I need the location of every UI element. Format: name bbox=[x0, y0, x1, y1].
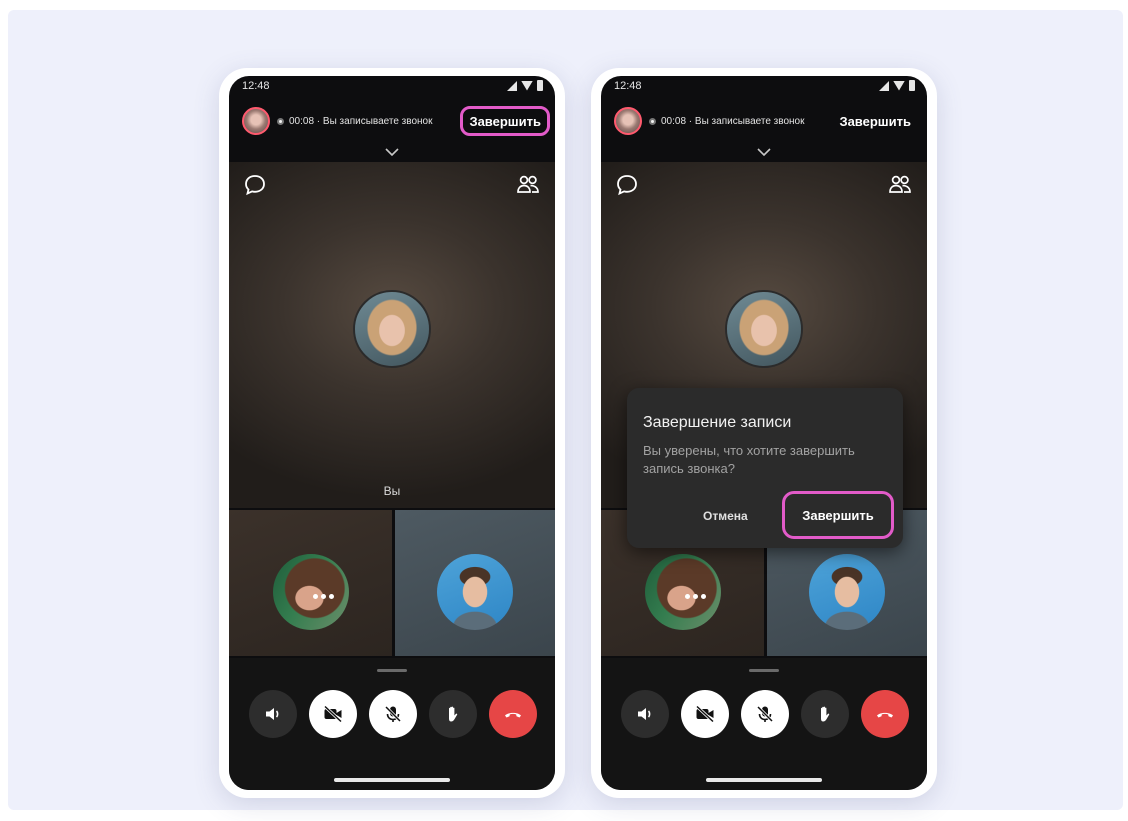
participants-icon[interactable] bbox=[515, 172, 541, 198]
end-recording-button[interactable]: Завершить bbox=[460, 106, 550, 136]
end-recording-dialog: Завершение записи Вы уверены, что хотите… bbox=[627, 388, 903, 548]
wifi-icon bbox=[893, 80, 905, 91]
chevron-down-icon[interactable] bbox=[757, 145, 771, 159]
participant-avatar bbox=[437, 554, 513, 630]
wifi-icon bbox=[521, 80, 533, 91]
main-participant-avatar bbox=[725, 290, 803, 368]
call-screen: 12:48 00:08 · Вы записываете звонок Заве… bbox=[229, 76, 555, 790]
camera-toggle-button[interactable] bbox=[681, 690, 729, 738]
mic-off-icon bbox=[384, 705, 402, 723]
camera-off-icon bbox=[323, 705, 343, 723]
participants-icon[interactable] bbox=[887, 172, 913, 198]
drag-handle[interactable] bbox=[749, 669, 779, 672]
battery-icon bbox=[537, 80, 543, 91]
status-time: 12:48 bbox=[242, 80, 270, 92]
participant-avatar bbox=[644, 554, 721, 630]
signal-icon bbox=[507, 80, 517, 91]
battery-icon bbox=[909, 80, 915, 91]
status-bar: 12:48 bbox=[601, 76, 927, 98]
hang-up-icon bbox=[877, 712, 893, 718]
home-indicator[interactable] bbox=[706, 778, 822, 782]
mic-off-icon bbox=[756, 705, 774, 723]
participant-avatar bbox=[272, 554, 349, 630]
cancel-button[interactable]: Отмена bbox=[703, 509, 748, 523]
speaker-icon bbox=[638, 708, 651, 720]
status-icons bbox=[879, 80, 915, 91]
speaking-indicator-icon bbox=[685, 594, 706, 599]
participant-tile[interactable] bbox=[395, 510, 555, 656]
hang-up-icon bbox=[505, 712, 521, 718]
recording-bar: 00:08 · Вы записываете звонок Завершить bbox=[229, 100, 555, 142]
participant-tile[interactable] bbox=[229, 510, 392, 656]
caller-avatar[interactable] bbox=[242, 107, 270, 135]
raise-hand-button[interactable] bbox=[801, 690, 849, 738]
end-recording-button[interactable]: Завершить bbox=[833, 106, 917, 136]
status-icons bbox=[507, 80, 543, 91]
signal-icon bbox=[879, 80, 889, 91]
chat-icon[interactable] bbox=[242, 172, 268, 198]
home-indicator[interactable] bbox=[334, 778, 450, 782]
main-video-area: Вы bbox=[229, 162, 555, 508]
chat-icon[interactable] bbox=[614, 172, 640, 198]
raise-hand-button[interactable] bbox=[429, 690, 477, 738]
speaker-button[interactable] bbox=[621, 690, 669, 738]
recording-status: 00:08 · Вы записываете звонок bbox=[289, 115, 433, 127]
speaker-button[interactable] bbox=[249, 690, 297, 738]
drag-handle[interactable] bbox=[377, 669, 407, 672]
dialog-message: Вы уверены, что хотите завершить запись … bbox=[643, 443, 855, 476]
main-participant-avatar bbox=[353, 290, 431, 368]
raise-hand-icon bbox=[449, 706, 458, 722]
call-controls bbox=[601, 658, 927, 790]
self-label: Вы bbox=[383, 484, 401, 498]
status-time: 12:48 bbox=[614, 80, 642, 92]
camera-off-icon bbox=[695, 705, 715, 723]
illustration-background: 12:48 00:08 · Вы записываете звонок Заве… bbox=[8, 10, 1123, 810]
recording-status: 00:08 · Вы записываете звонок bbox=[661, 115, 805, 127]
status-bar: 12:48 bbox=[229, 76, 555, 98]
phone-frame-2: 12:48 00:08 · Вы записываете звонок Заве… bbox=[591, 68, 937, 798]
camera-toggle-button[interactable] bbox=[309, 690, 357, 738]
recording-indicator-icon bbox=[649, 117, 656, 125]
speaker-icon bbox=[266, 708, 279, 720]
hang-up-button[interactable] bbox=[489, 690, 537, 738]
microphone-toggle-button[interactable] bbox=[741, 690, 789, 738]
raise-hand-icon bbox=[821, 706, 830, 722]
microphone-toggle-button[interactable] bbox=[369, 690, 417, 738]
call-controls bbox=[229, 658, 555, 790]
hang-up-button[interactable] bbox=[861, 690, 909, 738]
caller-avatar[interactable] bbox=[614, 107, 642, 135]
participant-avatar bbox=[809, 554, 885, 630]
recording-bar: 00:08 · Вы записываете звонок Завершить bbox=[601, 100, 927, 142]
dialog-title: Завершение записи bbox=[643, 414, 792, 431]
recording-indicator-icon bbox=[277, 117, 284, 125]
call-screen: 12:48 00:08 · Вы записываете звонок Заве… bbox=[601, 76, 927, 790]
speaking-indicator-icon bbox=[313, 594, 334, 599]
phone-frame-1: 12:48 00:08 · Вы записываете звонок Заве… bbox=[219, 68, 565, 798]
confirm-end-button[interactable]: Завершить bbox=[782, 491, 894, 539]
chevron-down-icon[interactable] bbox=[385, 145, 399, 159]
